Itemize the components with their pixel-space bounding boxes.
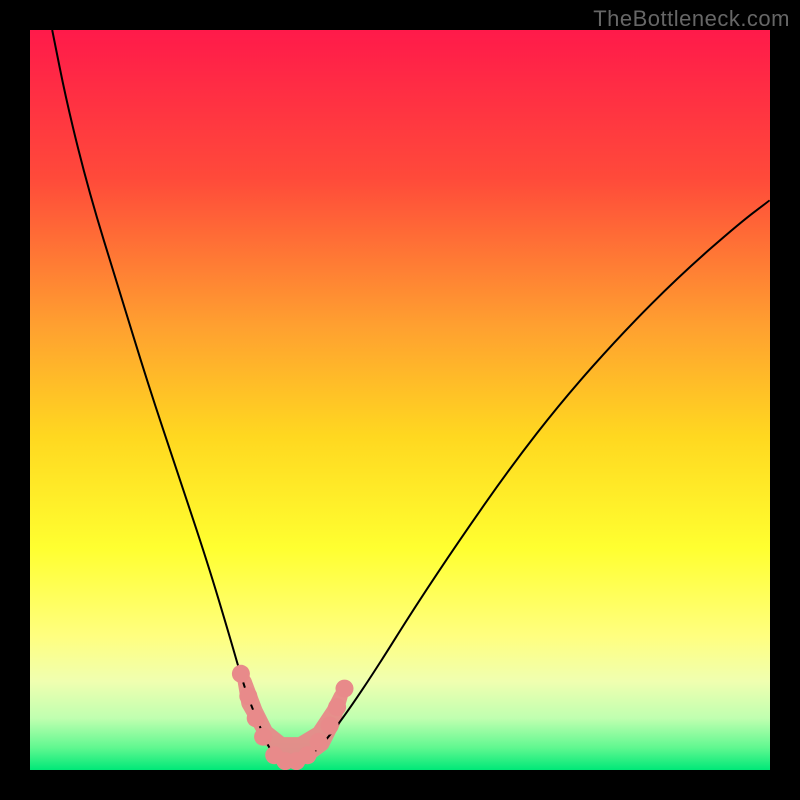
watermark-text: TheBottleneck.com (593, 6, 790, 32)
chart-frame: TheBottleneck.com (0, 0, 800, 800)
plot-area (30, 30, 770, 770)
marker-point (232, 665, 250, 683)
gradient-background (30, 30, 770, 770)
marker-point (254, 728, 272, 746)
chart-svg (30, 30, 770, 770)
marker-point (328, 698, 346, 716)
marker-point (239, 687, 257, 705)
marker-point (336, 680, 354, 698)
marker-point (247, 709, 265, 727)
marker-point (321, 717, 339, 735)
marker-point (310, 733, 328, 751)
